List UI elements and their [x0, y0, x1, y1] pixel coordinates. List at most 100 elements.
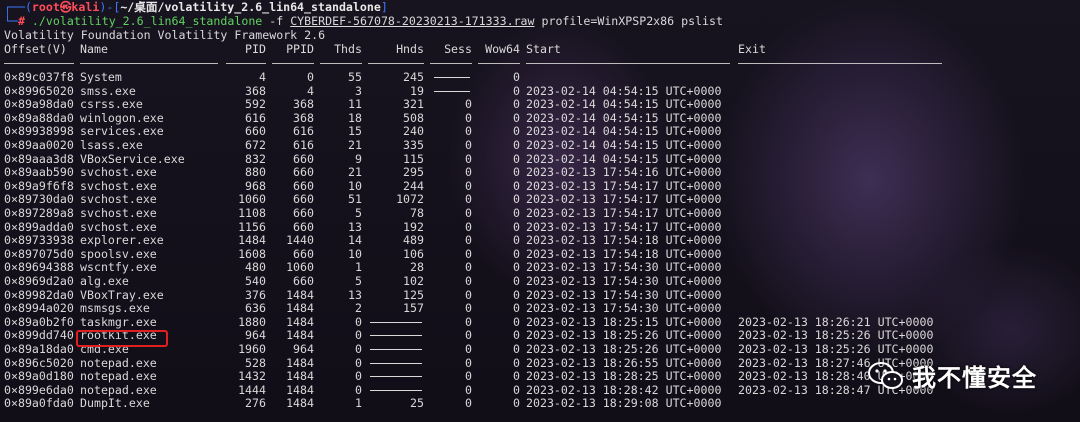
cell-pid: 1444	[238, 382, 266, 397]
prompt-user: root㉿kali	[31, 0, 100, 14]
cell-thds: 0	[355, 355, 362, 370]
cell-name: svchost.exe	[80, 178, 157, 193]
prompt-hash: #	[17, 14, 25, 28]
null-hnds-bar	[370, 349, 422, 350]
cell-wow64: 0	[513, 110, 520, 125]
cell-name: svchost.exe	[80, 192, 157, 207]
cell-start: 2023-02-13 17:54:30 UTC+0000	[526, 287, 722, 302]
cell-offset: 0×8969d2a0	[4, 274, 74, 288]
cell-ppid: 616	[293, 138, 314, 152]
cell-ppid: 660	[293, 178, 314, 193]
cell-wow64: 0	[513, 369, 520, 384]
cell-sess: 0	[465, 206, 472, 220]
cell-ppid: 4	[307, 83, 314, 98]
cell-wow64: 0	[513, 151, 520, 166]
cell-ppid: 1440	[286, 233, 314, 248]
cell-name: svchost.exe	[80, 165, 157, 180]
cell-offset: 0×89a88da0	[4, 110, 74, 125]
cell-hnds: 1072	[396, 192, 424, 207]
cell-wow64: 0	[513, 124, 520, 139]
cell-thds: 0	[355, 382, 362, 397]
cell-sess: 0	[465, 382, 472, 397]
cell-ppid: 1484	[286, 369, 314, 384]
cell-wow64: 0	[513, 287, 520, 302]
cell-thds: 14	[348, 233, 362, 248]
watermark-text: 我不懂安全	[912, 364, 1037, 392]
cell-wow64: 0	[513, 342, 520, 356]
cell-wow64: 0	[513, 165, 520, 180]
cell-offset: 0×89938998	[4, 124, 74, 139]
cell-thds: 13	[348, 219, 362, 234]
cell-name: svchost.exe	[80, 219, 157, 234]
cell-sess: 0	[465, 396, 472, 411]
cell-sess: 0	[465, 219, 472, 234]
cell-sess: 0	[465, 124, 472, 139]
table-row: 0×89c037f8 System 4 0 55 245 0	[0, 70, 1080, 85]
cell-ppid: 1484	[286, 382, 314, 397]
cell-start: 2023-02-13 17:54:18 UTC+0000	[526, 246, 722, 261]
cell-offset: 0×89a9f6f8	[4, 178, 74, 193]
cell-thds: 10	[348, 246, 362, 261]
cell-pid: 1156	[238, 219, 266, 234]
cell-hnds: 25	[410, 396, 424, 411]
cell-wow64: 0	[513, 314, 520, 329]
cell-offset: 0×896c5020	[4, 355, 74, 370]
cell-ppid: 660	[293, 219, 314, 234]
rootkit-highlight-box	[76, 330, 168, 347]
cell-name: DumpIt.exe	[80, 396, 150, 411]
cell-offset: 0×897075d0	[4, 246, 74, 261]
cell-hnds: 244	[403, 178, 424, 193]
cell-wow64: 0	[513, 70, 520, 84]
cell-start: 2023-02-14 04:54:15 UTC+0000	[526, 138, 722, 152]
header-offset: Offset(V)	[4, 42, 67, 56]
table-header: Offset(V) Name PID PPID Thds Hnds Sess W…	[0, 42, 1080, 57]
table-row: 0×8969d2a0 alg.exe 540 660 5 102 0 0 2023-02-13 …	[0, 274, 1080, 289]
null-hnds-bar	[370, 335, 422, 337]
cell-hnds: 192	[403, 219, 424, 234]
table-row: 0×897289a8 svchost.exe 1108 660 5 78 0 0 2023-02…	[0, 206, 1080, 221]
cell-ppid: 660	[293, 274, 314, 288]
cell-name: winlogon.exe	[80, 110, 164, 125]
cell-name: VBoxService.exe	[80, 151, 185, 166]
cell-thds: 15	[348, 124, 362, 139]
cell-pid: 1432	[238, 369, 266, 384]
cell-pid: 528	[245, 355, 266, 370]
cell-name: msmsgs.exe	[80, 301, 150, 316]
cell-offset: 0×89a0b2f0	[4, 314, 74, 329]
cell-thds: 51	[348, 192, 362, 207]
cell-sess: 0	[465, 342, 472, 356]
cell-pid: 376	[245, 287, 266, 302]
cell-offset: 0×89982da0	[4, 287, 74, 302]
cell-ppid: 660	[293, 246, 314, 261]
cell-wow64: 0	[513, 192, 520, 207]
cell-name: notepad.exe	[80, 382, 157, 397]
cell-offset: 0×89a18da0	[4, 342, 74, 356]
cell-hnds: 106	[403, 246, 424, 261]
cell-sess: 0	[465, 165, 472, 180]
cell-offset: 0×897289a8	[4, 206, 74, 220]
memory-dump-file: CYBERDEF-567078-20230213-171333.raw	[290, 14, 535, 28]
cell-wow64: 0	[513, 138, 520, 152]
cell-hnds: 78	[410, 206, 424, 220]
cell-name: notepad.exe	[80, 355, 157, 370]
cell-offset: 0×8994a020	[4, 301, 74, 316]
cell-wow64: 0	[513, 274, 520, 288]
cell-pid: 672	[245, 138, 266, 152]
cell-sess: 0	[465, 328, 472, 343]
cell-pid: 660	[245, 124, 266, 139]
cell-name: csrss.exe	[80, 97, 143, 112]
cell-hnds: 115	[403, 151, 424, 166]
cell-start: 2023-02-13 18:26:55 UTC+0000	[526, 355, 722, 370]
cell-wow64: 0	[513, 382, 520, 397]
cell-ppid: 660	[293, 165, 314, 180]
cell-wow64: 0	[513, 206, 520, 220]
cell-offset: 0×89aaa3d8	[4, 151, 74, 166]
cell-hnds: 157	[403, 301, 424, 316]
cell-ppid: 1484	[286, 287, 314, 302]
cell-wow64: 0	[513, 396, 520, 411]
header-thds: Thds	[334, 42, 362, 56]
cell-thds: 0	[355, 369, 362, 384]
null-hnds-bar	[370, 362, 422, 364]
cell-thds: 0	[355, 342, 362, 356]
cell-wow64: 0	[513, 219, 520, 234]
